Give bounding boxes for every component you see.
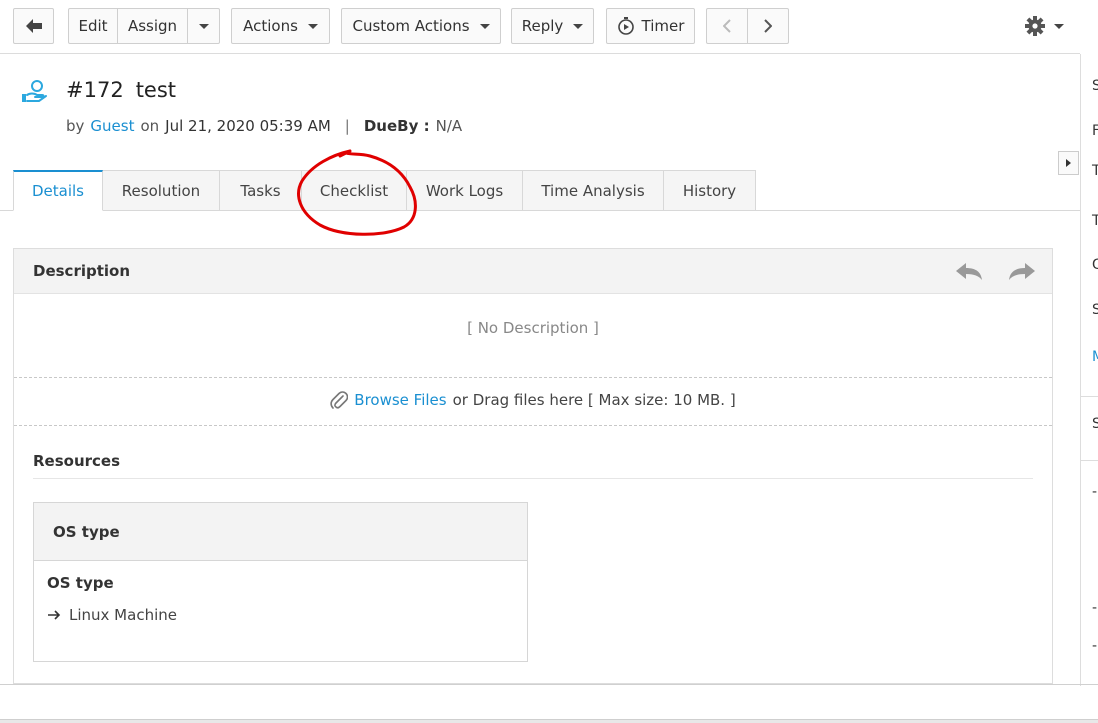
divider [33,478,1033,479]
panel-link-letter[interactable]: M [1092,349,1098,365]
custom-actions-button[interactable]: Custom Actions [341,8,501,44]
chevron-right-icon [764,19,772,33]
stopwatch-icon [617,17,634,35]
tab-time-analysis[interactable]: Time Analysis [523,170,664,211]
details-panel: Description [ No Description ] Browse Fi… [13,248,1053,684]
tab-resolution[interactable]: Resolution [103,170,220,211]
reply-icon[interactable] [954,261,984,281]
chevron-down-icon [1054,23,1064,29]
divider [1081,396,1098,397]
resource-card-header: OS type [34,503,527,561]
tab-history[interactable]: History [664,170,756,211]
panel-letter: - [1092,600,1098,616]
chevron-left-icon [723,19,731,33]
no-description-text: [ No Description ] [467,319,599,337]
paperclip-icon [330,391,349,409]
panel-letter: S [1092,416,1098,432]
dueby-label: DueBy : [363,117,430,135]
horizontal-scrollbar[interactable] [0,719,1098,723]
back-arrow-icon [25,19,42,33]
request-hand-icon [22,80,47,102]
toggle-side-panel-button[interactable] [1058,151,1079,175]
panel-letter: S [1092,78,1098,94]
resource-card: OS type OS type Linux Machine [33,502,528,662]
panel-letter: T [1092,163,1098,179]
actions-label: Actions [243,17,298,35]
caret-right-icon [1066,159,1071,167]
divider [0,684,1098,685]
resource-value-text: Linux Machine [69,606,177,624]
by-label: by [66,117,85,135]
tab-work-logs[interactable]: Work Logs [407,170,523,211]
chevron-down-icon [307,23,318,29]
dueby-value: N/A [435,117,463,135]
page-title: #172 test [66,78,176,102]
panel-letter: - [1092,638,1098,654]
timer-button[interactable]: Timer [606,8,695,44]
resource-field-value: Linux Machine [47,606,177,624]
right-properties-panel: S F T T G S M S - - - [1080,54,1098,686]
gear-icon [1025,16,1045,36]
custom-actions-label: Custom Actions [352,17,470,35]
request-number: #172 [66,78,124,102]
on-label: on [140,117,160,135]
assign-dropdown-button[interactable] [188,9,219,43]
description-header: Description [14,249,1052,294]
edit-assign-group: Edit Assign [68,8,220,44]
reply-button[interactable]: Reply [511,8,594,44]
chevron-down-icon [573,23,584,29]
divider [14,377,1052,378]
tab-tasks[interactable]: Tasks [220,170,302,211]
resource-field-label: OS type [47,574,114,592]
divider [1081,460,1098,461]
back-button[interactable] [13,8,54,44]
timer-label: Timer [641,17,685,35]
panel-letter: T [1092,213,1098,229]
panel-letter: - [1092,484,1098,500]
chevron-down-icon [479,23,490,29]
request-meta: by Guest on Jul 21, 2020 05:39 AM | DueB… [66,117,462,135]
settings-menu-button[interactable] [1024,14,1070,38]
panel-letter: F [1092,123,1098,139]
requester-link[interactable]: Guest [90,117,134,135]
reply-label: Reply [521,17,564,35]
arrow-right-icon [48,610,61,620]
panel-letter: G [1092,257,1098,273]
created-date: Jul 21, 2020 05:39 AM [165,117,331,135]
previous-request-button[interactable] [707,9,748,43]
tab-checklist[interactable]: Checklist [302,170,407,211]
resource-card-title: OS type [53,523,120,541]
resources-title: Resources [33,452,121,470]
request-subject: test [135,78,177,102]
browse-files-link[interactable]: Browse Files [354,391,446,409]
attachment-area[interactable]: Browse Files or Drag files here [ Max si… [14,390,1052,410]
tab-details[interactable]: Details [13,170,103,211]
chevron-down-icon [198,23,209,29]
actions-button[interactable]: Actions [231,8,330,44]
panel-letter: S [1092,302,1098,318]
next-request-button[interactable] [748,9,788,43]
tab-bar: Details Resolution Tasks Checklist Work … [13,170,756,211]
edit-button[interactable]: Edit [69,9,118,43]
assign-button[interactable]: Assign [118,9,188,43]
drag-files-hint: or Drag files here [ Max size: 10 MB. ] [452,391,736,409]
meta-separator: | [344,117,350,135]
description-title: Description [33,262,131,280]
divider [14,425,1052,426]
toolbar: Edit Assign Actions Custom Actions Reply… [0,0,1080,54]
prev-next-group [706,8,789,44]
forward-icon[interactable] [1007,261,1037,281]
